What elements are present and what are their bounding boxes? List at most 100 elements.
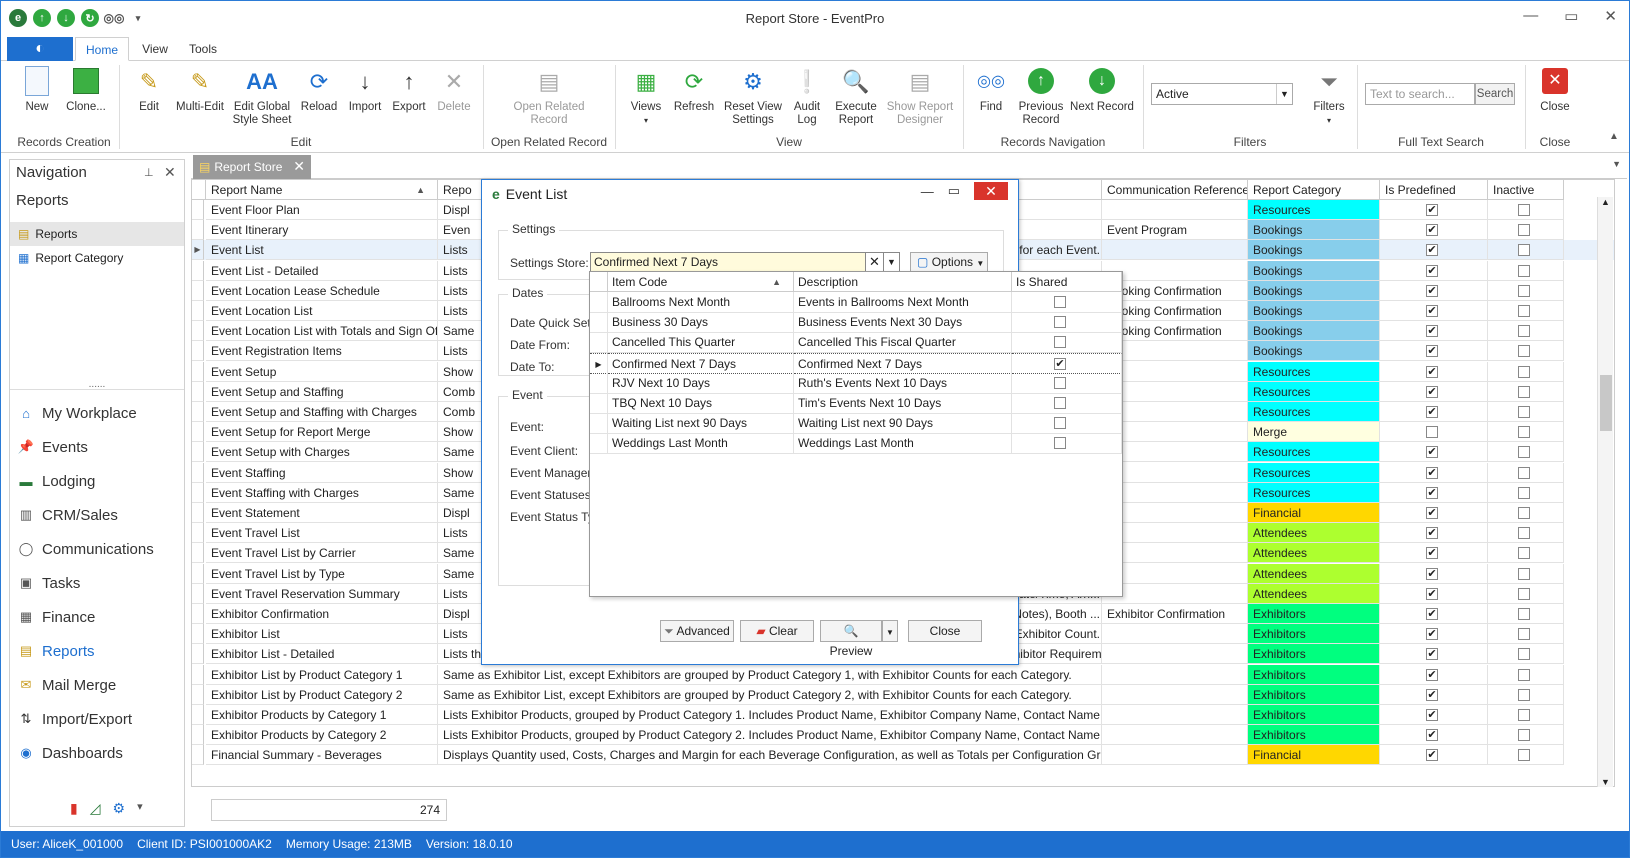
reset-view-settings-button[interactable]: ⚙ Reset View Settings [721, 65, 785, 127]
collapse-ribbon-icon[interactable]: ▲ [1609, 131, 1619, 142]
is-shared-checkbox[interactable] [1054, 376, 1066, 389]
predefined-checkbox[interactable]: ✔ [1426, 507, 1438, 519]
nav-item-tasks[interactable]: ▣ Tasks [18, 568, 81, 598]
list-item[interactable]: Cancelled This Quarter Cancelled This Fis… [590, 332, 1122, 354]
inactive-checkbox[interactable] [1518, 567, 1530, 580]
predefined-checkbox[interactable] [1426, 426, 1438, 439]
inactive-checkbox[interactable] [1518, 648, 1530, 661]
search-button[interactable]: Search [1475, 83, 1515, 105]
table-row[interactable]: Exhibitor Products by Category 2 Lists Ex… [192, 725, 1614, 746]
list-item[interactable]: ▶ Confirmed Next 7 Days Confirmed Next 7 D… [590, 352, 1122, 374]
full-text-search-input[interactable]: Text to search... [1365, 83, 1475, 105]
vertical-scrollbar[interactable]: ▲ ▼ [1597, 197, 1613, 787]
column-header-inactive[interactable]: Inactive [1488, 180, 1564, 200]
inactive-checkbox[interactable] [1518, 325, 1530, 338]
predefined-checkbox[interactable]: ✔ [1426, 365, 1438, 378]
is-shared-checkbox[interactable]: ✔ [1054, 357, 1066, 370]
export-button[interactable]: ↑ Export [387, 65, 431, 114]
table-row[interactable]: Exhibitor Products by Category 1 Lists Ex… [192, 705, 1614, 725]
inactive-checkbox[interactable] [1518, 224, 1530, 237]
inactive-checkbox[interactable] [1518, 749, 1530, 762]
nav-item-communications[interactable]: ◯ Communications [18, 534, 154, 564]
nav-item-mail-merge[interactable]: ✉ Mail Merge [18, 670, 117, 700]
nav-sub-item-report-category[interactable]: ▦ Report Category [10, 246, 184, 270]
predefined-checkbox[interactable]: ✔ [1426, 305, 1438, 317]
show-report-designer-button[interactable]: ▤ Show Report Designer [885, 65, 955, 127]
file-tab[interactable]: ◐ [7, 37, 73, 61]
nav-item-finance[interactable]: ▦ Finance [18, 602, 96, 632]
options-button[interactable]: ▢ Options ▼ [910, 252, 988, 272]
close-tab-icon[interactable]: ✕ [293, 158, 305, 175]
predefined-checkbox[interactable]: ✔ [1426, 749, 1438, 762]
column-header-report-category[interactable]: Report Category [1248, 180, 1380, 200]
inactive-checkbox[interactable] [1518, 426, 1530, 439]
status-filter-select[interactable]: Active ▼ [1151, 83, 1293, 105]
import-button[interactable]: ↓ Import [343, 65, 387, 114]
table-row[interactable]: Financial Summary - Beverages Displays Qu… [192, 745, 1614, 766]
column-header-communication-reference[interactable]: Communication Reference [1102, 180, 1248, 200]
scrollbar-thumb[interactable] [1600, 375, 1612, 431]
is-shared-checkbox[interactable] [1054, 336, 1066, 349]
popup-column-item-code[interactable]: Item Code ▲ [608, 272, 794, 292]
predefined-checkbox[interactable]: ✔ [1426, 325, 1438, 338]
delete-button[interactable]: ✕ Delete [431, 65, 477, 114]
predefined-checkbox[interactable]: ✔ [1426, 244, 1438, 257]
predefined-checkbox[interactable]: ✔ [1426, 567, 1438, 580]
multi-edit-button[interactable]: ✎ Multi-Edit [173, 65, 227, 114]
dialog-close-button[interactable]: Close [908, 620, 982, 642]
predefined-checkbox[interactable]: ✔ [1426, 527, 1438, 540]
predefined-checkbox[interactable]: ✔ [1426, 466, 1438, 479]
nav-item-reports[interactable]: ▤ Reports [18, 636, 95, 666]
nav-item-events[interactable]: 📌 Events [18, 432, 88, 462]
views-button[interactable]: ▦ Views ▾ [625, 65, 667, 127]
is-shared-checkbox[interactable] [1054, 437, 1066, 450]
predefined-checkbox[interactable]: ✔ [1426, 709, 1438, 721]
list-item[interactable]: RJV Next 10 Days Ruth's Events Next 10 Da… [590, 372, 1122, 394]
table-row[interactable]: Exhibitor List by Product Category 1 Same… [192, 664, 1614, 685]
clone-button[interactable]: Clone... [63, 65, 109, 114]
inactive-checkbox[interactable] [1518, 345, 1530, 358]
close-window-icon[interactable]: ✕ [1604, 7, 1617, 25]
scroll-up-icon[interactable]: ▲ [1601, 197, 1610, 207]
minimize-icon[interactable]: — [921, 184, 934, 199]
next-record-button[interactable]: ↓ Next Record [1069, 65, 1135, 114]
predefined-checkbox[interactable]: ✔ [1426, 486, 1438, 499]
predefined-checkbox[interactable]: ✔ [1426, 446, 1438, 459]
close-icon[interactable]: ✕ [974, 182, 1008, 200]
inactive-checkbox[interactable] [1518, 608, 1530, 620]
predefined-checkbox[interactable]: ✔ [1426, 608, 1438, 620]
predefined-checkbox[interactable]: ✔ [1426, 224, 1438, 237]
nav-item-my-workplace[interactable]: ⌂ My Workplace [18, 398, 137, 428]
predefined-checkbox[interactable]: ✔ [1426, 628, 1438, 641]
nav-item-crm-sales[interactable]: ▥ CRM/Sales [18, 500, 118, 530]
inactive-checkbox[interactable] [1518, 365, 1530, 378]
chevron-down-icon[interactable]: ▼ [884, 252, 900, 272]
tab-tools[interactable]: Tools [181, 37, 225, 61]
maximize-icon[interactable]: ▭ [1564, 7, 1578, 25]
pin-icon[interactable]: ⊥ [144, 166, 154, 179]
audit-log-button[interactable]: ❕ Audit Log [787, 65, 827, 127]
inactive-checkbox[interactable] [1518, 466, 1530, 479]
filters-button[interactable]: ⏷ Filters ▾ [1307, 65, 1351, 127]
tab-report-store[interactable]: ▤ Report Store ✕ [193, 155, 311, 179]
predefined-checkbox[interactable]: ✔ [1426, 688, 1438, 701]
column-header-report-name[interactable]: Report Name ▲ [206, 180, 438, 200]
open-related-record-button[interactable]: ▤ Open Related Record [507, 65, 591, 127]
navigation-splitter[interactable]: ...... [10, 380, 184, 390]
is-shared-checkbox[interactable] [1054, 296, 1066, 308]
column-header-is-predefined[interactable]: Is Predefined [1380, 180, 1488, 200]
predefined-checkbox[interactable]: ✔ [1426, 284, 1438, 297]
nav-item-import-export[interactable]: ⇅ Import/Export [18, 704, 132, 734]
inactive-checkbox[interactable] [1518, 507, 1530, 519]
inactive-checkbox[interactable] [1518, 385, 1530, 398]
execute-report-button[interactable]: 🔍 Execute Report [831, 65, 881, 127]
find-button[interactable]: ◎◎ Find [971, 65, 1011, 114]
inactive-checkbox[interactable] [1518, 284, 1530, 297]
nav-item-dashboards[interactable]: ◉ Dashboards [18, 738, 123, 768]
inactive-checkbox[interactable] [1518, 244, 1530, 257]
close-ribbon-button[interactable]: ✕ Close [1535, 65, 1575, 114]
preview-button[interactable]: 🔍 Preview [820, 620, 882, 658]
clear-value-icon[interactable]: ✕ [866, 252, 884, 272]
table-row[interactable]: Exhibitor List by Product Category 2 Same… [192, 684, 1614, 705]
is-shared-checkbox[interactable] [1054, 417, 1066, 430]
